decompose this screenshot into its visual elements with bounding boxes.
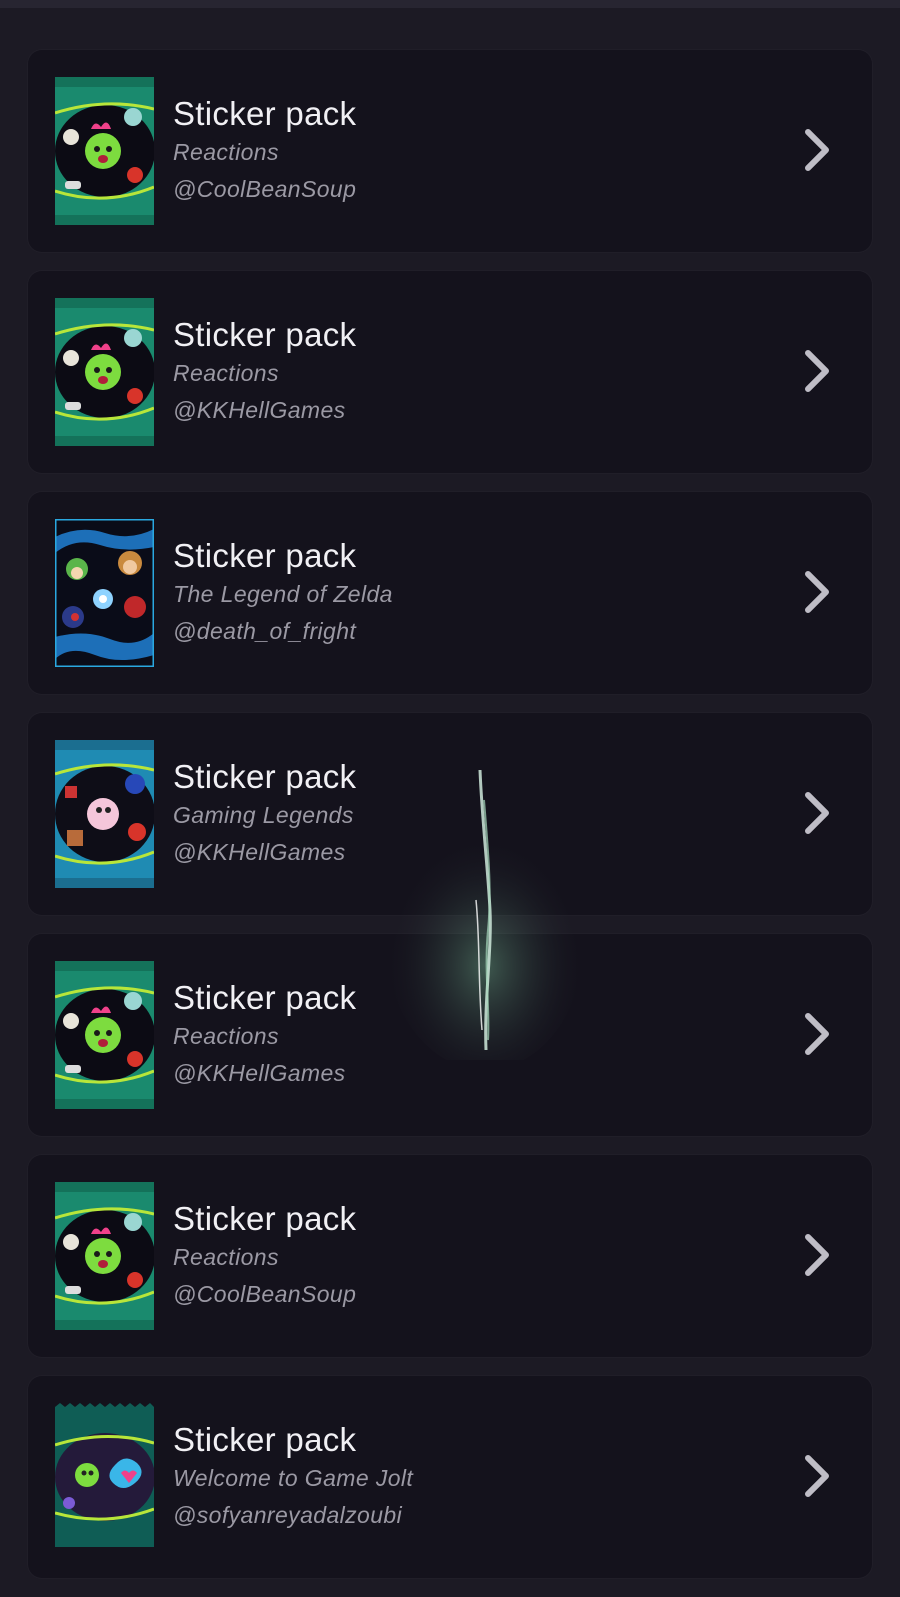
sticker-pack-list: Sticker pack Reactions @CoolBeanSoup Sti… [28,50,872,1597]
card-author[interactable]: @CoolBeanSoup [173,1276,782,1313]
sticker-pack-icon [55,1182,154,1330]
sticker-pack-icon [55,740,154,888]
card-text: Sticker pack Reactions @CoolBeanSoup [173,94,782,208]
sticker-pack-icon [55,961,154,1109]
card-title: Sticker pack [173,1421,357,1458]
card-title: Sticker pack [173,758,357,795]
chevron-right-icon[interactable] [802,1010,832,1058]
sticker-pack-card[interactable]: Sticker pack Reactions @CoolBeanSoup [28,50,872,252]
chevron-right-icon[interactable] [802,126,832,174]
card-title: Sticker pack [173,979,357,1016]
card-author[interactable]: @KKHellGames [173,392,782,429]
card-text: Sticker pack Reactions @CoolBeanSoup [173,1199,782,1313]
sticker-pack-icon [55,298,154,446]
card-subtitle: Reactions [173,1023,279,1049]
card-subtitle: The Legend of Zelda [173,581,393,607]
card-text: Sticker pack Reactions @KKHellGames [173,315,782,429]
chevron-right-icon[interactable] [802,1231,832,1279]
card-author[interactable]: @KKHellGames [173,1055,782,1092]
sticker-pack-card[interactable]: Sticker pack Welcome to Game Jolt @sofya… [28,1376,872,1578]
sticker-pack-card[interactable]: Sticker pack Reactions @CoolBeanSoup [28,1155,872,1357]
card-text: Sticker pack Welcome to Game Jolt @sofya… [173,1420,782,1534]
card-author[interactable]: @sofyanreyadalzoubi [173,1497,782,1534]
sticker-pack-icon [55,77,154,225]
card-subtitle: Reactions [173,360,279,386]
card-subtitle: Gaming Legends [173,802,354,828]
card-text: Sticker pack Reactions @KKHellGames [173,978,782,1092]
card-text: Sticker pack The Legend of Zelda @death_… [173,536,782,650]
card-author[interactable]: @KKHellGames [173,834,782,871]
sticker-pack-card[interactable]: Sticker pack The Legend of Zelda @death_… [28,492,872,694]
sticker-pack-icon [55,1403,154,1551]
chevron-right-icon[interactable] [802,568,832,616]
card-title: Sticker pack [173,316,357,353]
sticker-pack-card[interactable]: Sticker pack Reactions @KKHellGames [28,271,872,473]
card-subtitle: Reactions [173,1244,279,1270]
card-author[interactable]: @CoolBeanSoup [173,171,782,208]
top-bar [0,0,900,8]
sticker-pack-icon [55,519,154,667]
card-subtitle: Welcome to Game Jolt [173,1465,414,1491]
sticker-pack-card[interactable]: Sticker pack Reactions @KKHellGames [28,934,872,1136]
chevron-right-icon[interactable] [802,789,832,837]
chevron-right-icon[interactable] [802,347,832,395]
chevron-right-icon[interactable] [802,1452,832,1500]
sticker-pack-card[interactable]: Sticker pack Gaming Legends @KKHellGames [28,713,872,915]
card-title: Sticker pack [173,537,357,574]
card-subtitle: Reactions [173,139,279,165]
card-text: Sticker pack Gaming Legends @KKHellGames [173,757,782,871]
card-title: Sticker pack [173,1200,357,1237]
card-title: Sticker pack [173,95,357,132]
card-author[interactable]: @death_of_fright [173,613,782,650]
